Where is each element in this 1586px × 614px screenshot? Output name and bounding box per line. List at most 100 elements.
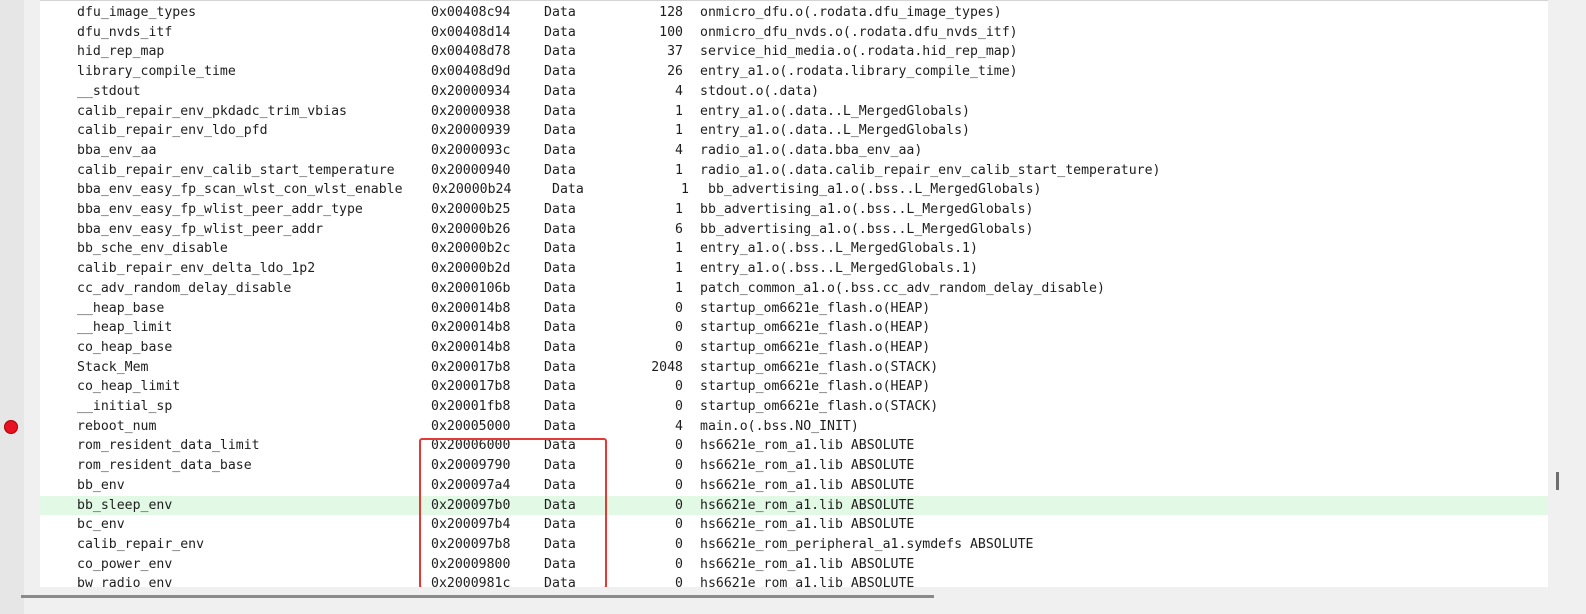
editor-gutter[interactable] (0, 0, 24, 614)
symbol-object: hs6621e_rom_a1.lib ABSOLUTE (700, 497, 915, 513)
symbol-object: radio_a1.o(.data.bba_env_aa) (700, 142, 923, 158)
symbol-type: Data (544, 280, 576, 296)
symbol-address: 0x20000b24 (432, 182, 512, 198)
table-row[interactable]: __heap_limit 0x200014b8 Data 0 startup_om662… (40, 318, 1548, 338)
symbol-address: 0x20000b26 (431, 221, 511, 237)
symbol-name: bb_env (77, 477, 125, 493)
symbol-type: Data (544, 64, 576, 80)
symbol-size: 1 (675, 162, 683, 178)
table-row-highlighted[interactable]: bb_sleep_env 0x200097b0 Data 0 hs6621e_rom_a… (40, 495, 1548, 516)
horizontal-scrollbar-thumb[interactable] (21, 595, 934, 598)
symbol-object: startup_om6621e_flash.o(STACK) (700, 399, 939, 414)
table-row[interactable]: hid_rep_map 0x00408d78 Data 37 service_hid_m… (40, 42, 1548, 62)
symbol-name: calib_repair_env_ldo_pfd (77, 123, 268, 139)
symbol-name: calib_repair_env_pkdadc_trim_vbias (77, 103, 347, 119)
table-row[interactable]: __heap_base 0x200014b8 Data 0 startup_om6621… (40, 299, 1548, 319)
table-row[interactable]: __initial_sp 0x20001fb8 Data 0 startup_om662… (40, 397, 1548, 417)
breakpoint-marker-icon[interactable] (4, 420, 18, 434)
symbol-size: 0 (675, 536, 683, 552)
table-row[interactable]: bba_env_easy_fp_scan_wlst_con_wlst_enabl… (40, 180, 1548, 200)
symbol-size: 0 (675, 497, 683, 513)
table-row[interactable]: calib_repair_env_pkdadc_trim_vbias 0x2000… (40, 102, 1548, 122)
symbol-address: 0x00408d78 (431, 44, 511, 60)
symbol-type: Data (544, 359, 576, 375)
symbol-object: onmicro_dfu.o(.rodata.dfu_image_types) (700, 5, 1002, 20)
table-row[interactable]: bb_sche_env_disable 0x20000b2c Data 1 entry_… (40, 239, 1548, 259)
horizontal-scrollbar[interactable] (40, 587, 1548, 614)
symbol-object: hs6621e_rom_a1.lib ABSOLUTE (700, 458, 915, 474)
symbol-size: 26 (667, 64, 683, 80)
symbol-name: __stdout (77, 83, 141, 99)
symbol-size: 1 (681, 182, 689, 198)
map-file-editor[interactable]: dfu_image_types 0x00408c94 Data 128 onmicro_… (40, 0, 1548, 587)
table-row[interactable]: co_heap_base 0x200014b8 Data 0 startup_om662… (40, 338, 1548, 358)
table-row[interactable]: calib_repair_env_delta_ldo_1p2 0x20000b2d… (40, 259, 1548, 279)
table-row[interactable]: __stdout 0x20000934 Data 4 stdout.o(.data) (40, 82, 1548, 102)
table-row[interactable]: cc_adv_random_delay_disable 0x2000106b Dat… (40, 279, 1548, 299)
symbol-type: Data (544, 261, 576, 277)
symbol-size: 0 (675, 556, 683, 572)
symbol-object: startup_om6621e_flash.o(HEAP) (700, 320, 931, 336)
symbol-name: bba_env_easy_fp_scan_wlst_con_wlst_enabl… (77, 182, 403, 198)
symbol-object: bb_advertising_a1.o(.bss..L_MergedGlobal… (700, 202, 1034, 217)
table-row[interactable]: bb_env 0x200097a4 Data 0 hs6621e_rom_a1.lib … (40, 476, 1548, 496)
symbol-type: Data (544, 5, 576, 20)
symbol-size: 4 (675, 142, 683, 158)
table-row[interactable]: bba_env_easy_fp_wlist_peer_addr 0x20000b2… (40, 220, 1548, 240)
table-row[interactable]: co_heap_limit 0x200017b8 Data 0 startup_om66… (40, 377, 1548, 397)
symbol-type: Data (544, 241, 576, 257)
symbol-size: 0 (675, 458, 683, 474)
symbol-size: 0 (675, 320, 683, 336)
symbol-address: 0x200014b8 (431, 300, 511, 316)
table-row[interactable]: bw_radio_env 0x2000981c Data 0 hs6621e_rom_a… (40, 574, 1548, 587)
symbol-name: cc_adv_random_delay_disable (77, 280, 292, 296)
table-row[interactable]: bba_env_aa 0x2000093c Data 4 radio_a1.o(.dat… (40, 141, 1548, 161)
table-row[interactable]: calib_repair_env 0x200097b8 Data 0 hs6621e_r… (40, 535, 1548, 555)
table-row[interactable]: calib_repair_env_ldo_pfd 0x20000939 Data 1 e… (40, 121, 1548, 141)
table-row[interactable]: dfu_image_types 0x00408c94 Data 128 onmicro_… (40, 3, 1548, 23)
symbol-address: 0x20000940 (431, 162, 511, 178)
symbol-size: 4 (675, 83, 683, 99)
symbol-object: entry_a1.o(.data..L_MergedGlobals) (700, 103, 970, 119)
table-row[interactable]: calib_repair_env_calib_start_temperature… (40, 161, 1548, 181)
symbol-object: hs6621e_rom_a1.lib ABSOLUTE (700, 477, 915, 493)
table-row[interactable]: reboot_num 0x20005000 Data 4 main.o(.bss.NO_… (40, 417, 1548, 437)
symbol-object: entry_a1.o(.bss..L_MergedGlobals.1) (700, 261, 978, 277)
table-row[interactable]: dfu_nvds_itf 0x00408d14 Data 100 onmicro_dfu… (40, 23, 1548, 43)
symbol-name: library_compile_time (77, 64, 236, 80)
symbol-size: 0 (675, 379, 683, 395)
table-row[interactable]: bba_env_easy_fp_wlist_peer_addr_type 0x20… (40, 200, 1548, 220)
symbol-name: bba_env_easy_fp_wlist_peer_addr (77, 221, 324, 237)
symbol-size: 2048 (651, 359, 683, 375)
table-row[interactable]: Stack_Mem 0x200017b8 Data 2048 startup_om662… (40, 358, 1548, 378)
symbol-address: 0x20000939 (431, 123, 511, 139)
symbol-name: dfu_nvds_itf (77, 24, 173, 40)
symbol-size: 0 (675, 576, 683, 587)
symbol-size: 0 (675, 300, 683, 316)
vertical-scrollbar-thumb[interactable] (1556, 472, 1559, 490)
symbol-name: co_power_env (77, 556, 173, 572)
symbol-type: Data (544, 300, 576, 316)
symbol-object: hs6621e_rom_peripheral_a1.symdefs ABSOLU… (700, 536, 1034, 552)
symbol-object: bb_advertising_a1.o(.bss..L_MergedGlobal… (700, 221, 1034, 237)
symbol-address: 0x20000b2c (431, 241, 511, 257)
symbol-name: bw_radio_env (77, 576, 173, 587)
symbol-size: 1 (675, 202, 683, 217)
symbol-type: Data (544, 418, 576, 434)
symbol-address: 0x20005000 (431, 418, 511, 434)
symbol-address: 0x20001fb8 (431, 399, 511, 414)
symbol-object: entry_a1.o(.rodata.library_compile_time) (700, 64, 1018, 80)
table-row[interactable]: co_power_env 0x20009800 Data 0 hs6621e_rom_a… (40, 555, 1548, 575)
table-row[interactable]: rom_resident_data_limit 0x20006000 Data 0 hs… (40, 436, 1548, 456)
table-row[interactable]: library_compile_time 0x00408d9d Data 26 entr… (40, 62, 1548, 82)
symbol-type: Data (544, 221, 576, 237)
symbol-type: Data (544, 339, 576, 355)
symbol-object: service_hid_media.o(.rodata.hid_rep_map) (700, 44, 1018, 60)
symbol-type: Data (544, 320, 576, 336)
table-row[interactable]: bc_env 0x200097b4 Data 0 hs6621e_rom_a1.lib … (40, 515, 1548, 535)
symbol-name: __heap_limit (77, 320, 173, 336)
symbol-name: rom_resident_data_base (77, 458, 252, 474)
table-row[interactable]: rom_resident_data_base 0x20009790 Data 0 hs6… (40, 456, 1548, 476)
symbol-size: 1 (675, 280, 683, 296)
symbol-name: dfu_image_types (77, 5, 197, 20)
